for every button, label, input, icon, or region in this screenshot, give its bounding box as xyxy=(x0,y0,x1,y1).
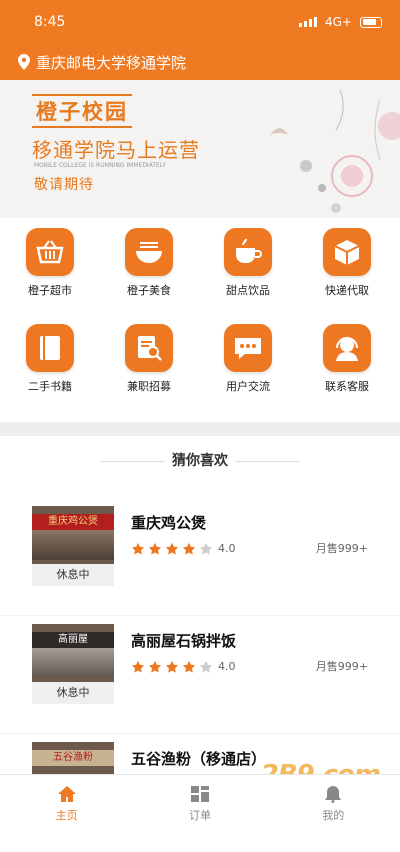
star-filled-icon xyxy=(148,542,162,555)
tab-profile[interactable]: 我的 xyxy=(267,775,400,833)
location-text: 重庆邮电大学移通学院 xyxy=(36,53,187,72)
location-pin-icon xyxy=(18,54,30,70)
tab-label: 我的 xyxy=(322,809,345,822)
tab-orders[interactable]: 订单 xyxy=(133,775,266,833)
box-icon xyxy=(323,228,371,276)
flower-decoration-icon xyxy=(270,89,400,213)
star-rating xyxy=(131,542,213,556)
shop-thumbnail: 高丽屋 休息中 xyxy=(32,624,114,704)
tab-label: 主页 xyxy=(55,809,78,822)
grid-label: 兼职招募 xyxy=(127,380,171,393)
location-bar[interactable]: 重庆邮电大学移通学院 xyxy=(0,44,400,80)
chat-icon xyxy=(224,324,272,372)
headset-icon xyxy=(323,324,371,372)
tab-home[interactable]: 主页 xyxy=(0,775,133,833)
recommend-header: 猜你喜欢 xyxy=(0,450,400,470)
monthly-sales: 月售999+ xyxy=(315,660,368,673)
grid-item-0[interactable]: 橙子超市 xyxy=(5,220,95,298)
star-rating xyxy=(131,660,213,674)
grid-label: 橙子超市 xyxy=(28,284,72,297)
shop-sign: 五谷渔粉 xyxy=(32,750,114,766)
rating-value: 4.0 xyxy=(218,660,236,673)
status-icons: 4G+ xyxy=(299,15,382,29)
bottom-tab-bar: 主页 订单 我的 xyxy=(0,774,400,833)
shop-name: 五谷渔粉（移通店） xyxy=(131,750,267,768)
grid-icon xyxy=(190,786,209,802)
battery-icon xyxy=(360,16,382,28)
shop-status: 休息中 xyxy=(32,682,114,704)
grid-label: 甜点饮品 xyxy=(226,284,270,297)
bowl-icon xyxy=(125,228,173,276)
banner-subtitle: 移通学院马上运营 xyxy=(32,138,200,162)
star-filled-icon xyxy=(131,660,145,673)
monthly-sales: 月售999+ xyxy=(315,542,368,555)
star-filled-icon xyxy=(131,542,145,555)
grid-item-6[interactable]: 用户交流 xyxy=(203,316,293,394)
grid-item-1[interactable]: 橙子美食 xyxy=(104,220,194,298)
basket-icon xyxy=(26,228,74,276)
bell-icon xyxy=(325,786,342,803)
shop-sign: 高丽屋 xyxy=(32,632,114,648)
shop-card[interactable]: 高丽屋 休息中 高丽屋石锅拌饭 4.0 月售999+ xyxy=(0,616,400,734)
header-line-right xyxy=(235,461,300,462)
shop-sign: 重庆鸡公煲 xyxy=(32,514,114,530)
header-line-left xyxy=(100,461,165,462)
storefront-image xyxy=(32,648,114,678)
banner-note: 敬请期待 xyxy=(34,177,94,193)
banner-english: MOBILE COLLEGE IS RUNNING IMMEDIATELY xyxy=(34,162,167,169)
grid-label: 联系客服 xyxy=(325,380,369,393)
rating-value: 4.0 xyxy=(218,542,236,555)
shop-name: 重庆鸡公煲 xyxy=(131,514,207,532)
star-empty-icon xyxy=(199,660,213,673)
network-label: 4G+ xyxy=(325,15,352,29)
category-grid: 橙子超市 橙子美食 甜点饮品 快递代取 二手书籍 兼职招募 用户交流 联系客服 xyxy=(0,220,400,420)
shop-thumbnail: 重庆鸡公煲 休息中 xyxy=(32,506,114,586)
book-icon xyxy=(26,324,74,372)
star-filled-icon xyxy=(182,542,196,555)
star-empty-icon xyxy=(199,542,213,555)
grid-item-3[interactable]: 快递代取 xyxy=(302,220,392,298)
grid-label: 快递代取 xyxy=(325,284,369,297)
tab-label: 订单 xyxy=(188,809,211,822)
shop-card[interactable]: 重庆鸡公煲 休息中 重庆鸡公煲 4.0 月售999+ xyxy=(0,498,400,616)
status-time: 8:45 xyxy=(34,14,66,30)
home-icon xyxy=(57,786,76,802)
status-bar: 8:45 4G+ xyxy=(0,0,400,44)
search-doc-icon xyxy=(125,324,173,372)
signal-icon xyxy=(299,17,317,27)
shop-name: 高丽屋石锅拌饭 xyxy=(131,632,237,650)
grid-item-4[interactable]: 二手书籍 xyxy=(5,316,95,394)
storefront-image xyxy=(32,530,114,560)
star-filled-icon xyxy=(182,660,196,673)
grid-label: 二手书籍 xyxy=(28,380,72,393)
grid-label: 用户交流 xyxy=(226,380,270,393)
banner-title: 橙子校园 xyxy=(32,94,132,128)
grid-item-7[interactable]: 联系客服 xyxy=(302,316,392,394)
grid-item-2[interactable]: 甜点饮品 xyxy=(203,220,293,298)
section-title: 猜你喜欢 xyxy=(172,453,228,469)
star-filled-icon xyxy=(148,660,162,673)
cup-icon xyxy=(224,228,272,276)
star-filled-icon xyxy=(165,660,179,673)
shop-status: 休息中 xyxy=(32,564,114,586)
star-filled-icon xyxy=(165,542,179,555)
promo-banner[interactable]: 橙子校园 移通学院马上运营 MOBILE COLLEGE IS RUNNING … xyxy=(0,80,400,218)
grid-item-5[interactable]: 兼职招募 xyxy=(104,316,194,394)
section-divider xyxy=(0,422,400,436)
grid-label: 橙子美食 xyxy=(127,284,171,297)
